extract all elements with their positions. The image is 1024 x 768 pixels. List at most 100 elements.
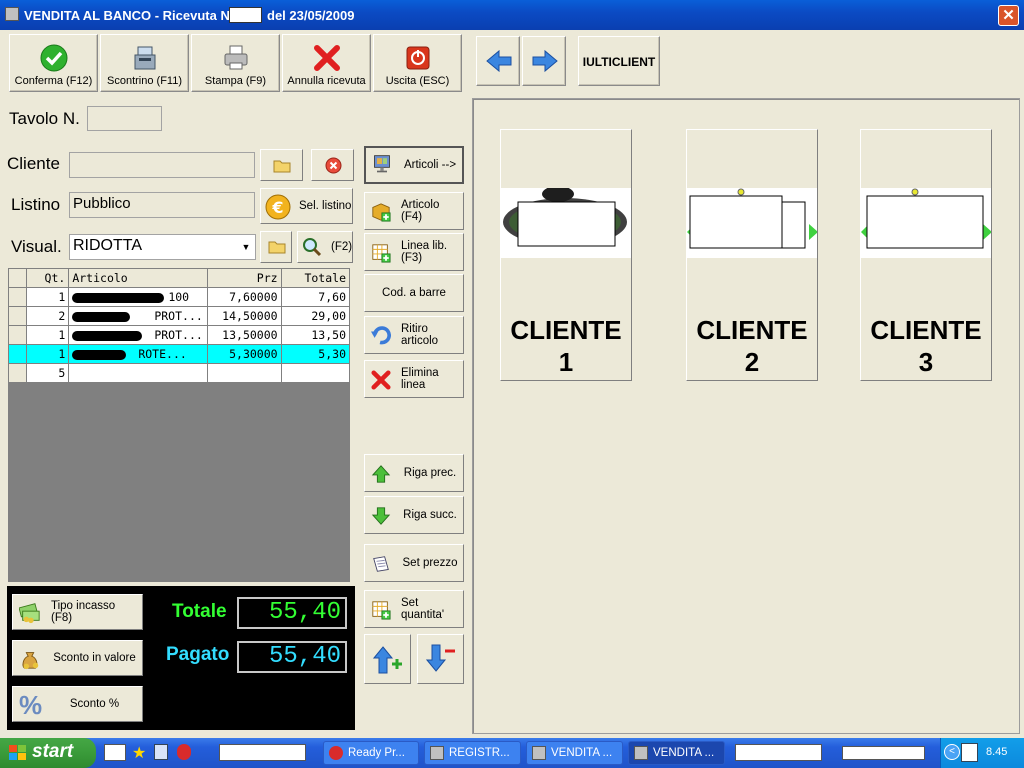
client-image-2 [687,188,818,258]
row-total[interactable] [280,363,351,383]
article-f4-button[interactable]: Articolo (F4) [364,192,464,230]
items-grid[interactable]: Qt. Articolo Prz Totale 1 100 7,60000 7,… [7,268,351,582]
client-card-2[interactable]: CLIENTE 2 [686,129,818,381]
totals-panel: Tipo incasso (F8) Sconto in valore % Sco… [7,586,355,730]
next-row-button[interactable]: Riga succ. [364,496,464,534]
row-price[interactable]: 14,50000 [207,306,282,326]
chevron-left-icon[interactable]: < [944,744,960,760]
view-folder-button[interactable] [260,231,292,263]
row-qty[interactable]: 5 [26,363,70,383]
client-label-3: CLIENTE 3 [870,315,982,377]
free-line-label: Linea lib. (F3) [401,240,448,264]
table-row[interactable]: 2 PROT... 14,50000 29,00 [7,306,351,326]
articles-arrow-button[interactable]: Articoli --> [364,146,464,184]
quicklaunch-box[interactable] [104,744,126,761]
client-panel: CLIENTE 1 CLIENTE 2 CLIENTE 3 [472,98,1020,734]
strawberry-icon [329,746,343,760]
search-f2-button[interactable]: (F2) [297,231,353,263]
row-total[interactable]: 7,60 [280,287,351,307]
row-price[interactable]: 7,60000 [207,287,282,307]
table-row[interactable]: 1 100 7,60000 7,60 [7,287,351,307]
task-ready[interactable]: Ready Pr... [323,741,419,765]
folder-icon [268,241,286,254]
row-article[interactable]: 100 [68,287,209,307]
x-icon [313,45,340,71]
total-label: Totale [172,601,227,622]
row-article[interactable]: PROT... [68,325,209,345]
row-total[interactable]: 13,50 [280,325,351,345]
exit-button[interactable]: Uscita (ESC) [373,34,462,92]
undo-icon [371,326,391,345]
tray-box[interactable] [961,743,978,762]
row-price[interactable]: 5,30000 [207,344,282,364]
set-quantity-label: Set quantita' [401,597,445,621]
payment-type-button[interactable]: Tipo incasso (F8) [12,594,143,630]
row-price[interactable] [207,363,282,383]
taskbar-blank-3[interactable] [842,746,925,760]
start-label: start [32,741,74,762]
table-number-field[interactable] [87,106,162,131]
next-client-button[interactable] [522,36,566,86]
confirm-button[interactable]: Conferma (F12) [9,34,98,92]
decrease-button[interactable] [417,634,464,684]
set-quantity-button[interactable]: Set quantita' [364,590,464,628]
prev-client-button[interactable] [476,36,520,86]
return-article-button[interactable]: Ritiro articolo [364,316,464,354]
customer-browse-button[interactable] [260,149,303,181]
table-row[interactable]: 5 [7,363,351,383]
row-price[interactable]: 13,50000 [207,325,282,345]
col-total-header[interactable]: Totale [280,268,351,288]
delete-line-button[interactable]: Elimina linea [364,360,464,398]
client-card-1[interactable]: CLIENTE 1 [500,129,632,381]
money-bag-icon [22,652,39,670]
free-line-button[interactable]: Linea lib. (F3) [364,233,464,271]
task-registr[interactable]: REGISTR... [424,741,521,765]
task-vendita-1[interactable]: VENDITA ... [526,741,623,765]
table-row[interactable]: 1 ROTE... 5,30000 5,30 [7,344,351,364]
svg-text:€: € [271,198,283,217]
row-qty[interactable]: 1 [26,287,70,307]
chevron-down-icon: ▼ [241,242,251,252]
strawberry-icon[interactable] [177,744,191,760]
taskbar-blank-1[interactable] [219,744,306,761]
arrow-down-minus-icon [426,644,455,672]
printer-icon [224,45,247,70]
print-button[interactable]: Stampa (F9) [191,34,280,92]
row-total[interactable]: 29,00 [280,306,351,326]
f2-label: (F2) [331,241,353,253]
percent-discount-button[interactable]: % Sconto % [12,686,143,722]
prev-row-button[interactable]: Riga prec. [364,454,464,492]
barcode-button[interactable]: Cod. a barre [364,274,464,312]
row-article[interactable]: ROTE... [68,344,209,364]
row-article[interactable] [68,363,209,383]
table-row[interactable]: 1 PROT... 13,50000 13,50 [7,325,351,345]
customer-field[interactable] [69,152,255,178]
row-article[interactable]: PROT... [68,306,209,326]
value-discount-button[interactable]: Sconto in valore [12,640,143,676]
view-select[interactable]: RIDOTTA ▼ [69,234,256,260]
row-qty[interactable]: 2 [26,306,70,326]
return-article-label: Ritiro articolo [401,323,439,347]
col-price-header[interactable]: Prz [207,268,282,288]
select-list-button[interactable]: € Sel. listino [260,188,353,224]
multiclient-button[interactable]: IULTICLIENT [578,36,660,86]
customer-clear-button[interactable] [311,149,354,181]
star-icon[interactable]: ★ [132,743,146,763]
receipt-button[interactable]: Scontrino (F11) [100,34,189,92]
col-qty-header[interactable]: Qt. [26,268,70,288]
monitor-icon [374,155,390,173]
task-vendita-2[interactable]: VENDITA ... [628,741,725,765]
col-article-header[interactable]: Articolo [68,268,209,288]
cancel-receipt-button[interactable]: Annulla ricevuta [282,34,371,92]
row-qty[interactable]: 1 [26,344,70,364]
row-qty[interactable]: 1 [26,325,70,345]
start-button[interactable]: start [0,738,96,768]
document-icon[interactable] [154,744,168,760]
client-card-3[interactable]: CLIENTE 3 [860,129,992,381]
increase-button[interactable] [364,634,411,684]
clock: 8.45 [986,746,1008,758]
taskbar-blank-2[interactable] [735,744,822,761]
set-price-button[interactable]: Set prezzo [364,544,464,582]
row-total[interactable]: 5,30 [280,344,351,364]
close-button[interactable]: ✕ [998,5,1019,26]
